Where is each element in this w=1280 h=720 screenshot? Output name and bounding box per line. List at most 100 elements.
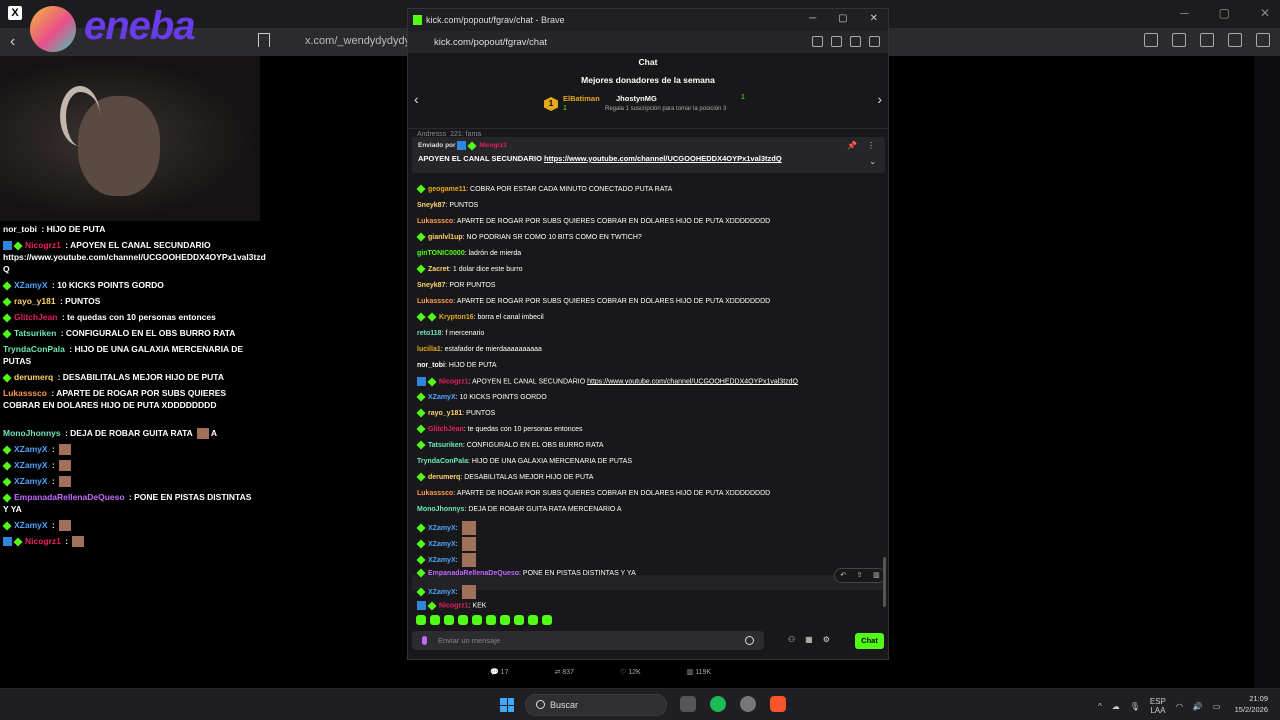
chat-username[interactable]: MonoJhonnys [417, 506, 464, 513]
mic-icon[interactable] [422, 636, 427, 645]
chevron-down-icon[interactable]: ⌄ [869, 157, 876, 166]
emote-icon[interactable] [458, 615, 468, 625]
chat-username[interactable]: XZamyX [428, 589, 456, 596]
emote-icon[interactable] [542, 615, 552, 625]
verified-badge-icon [3, 241, 12, 251]
search-icon[interactable] [812, 36, 823, 47]
donor2-name[interactable]: JhostynMG [616, 94, 657, 103]
emote-icon[interactable] [514, 615, 524, 625]
chat-username[interactable]: geogame11 [428, 186, 466, 193]
overlay-message: MonoJhonnys : DEJA DE ROBAR GUITA RATA A [3, 428, 218, 440]
points-icon[interactable]: ⚇ [788, 635, 795, 644]
emote-icon[interactable] [444, 615, 454, 625]
overlay-text: DESABILITALAS MEJOR HIJO DE PUTA [62, 372, 224, 382]
app-icon[interactable] [740, 696, 756, 712]
chat-username[interactable]: Tatsuriken [428, 442, 463, 449]
zoom-icon[interactable] [850, 36, 861, 47]
bookmark-icon[interactable] [258, 33, 270, 47]
delete-icon[interactable]: ▥ [873, 569, 880, 582]
minimize-icon[interactable]: ─ [1180, 6, 1189, 20]
chat-username[interactable]: Sneyk87 [417, 202, 445, 209]
emote-icon[interactable] [416, 615, 426, 625]
spotify-icon[interactable] [710, 696, 726, 712]
emote-icon[interactable] [528, 615, 538, 625]
file-explorer-icon[interactable] [680, 696, 696, 712]
emote-icon[interactable] [500, 615, 510, 625]
close-icon[interactable]: ✕ [1260, 6, 1270, 20]
chat-username[interactable]: lucilla1 [417, 346, 441, 353]
network-icon[interactable]: ☁ [1112, 702, 1120, 711]
pinned-link[interactable]: https://www.youtube.com/channel/UCGOOHED… [544, 154, 782, 163]
scrollbar[interactable] [883, 557, 886, 607]
minimize-icon[interactable]: ─ [809, 13, 816, 24]
overlay-username: Nicogrz1 [25, 240, 61, 250]
chat-username[interactable]: XZamyX [428, 394, 456, 401]
popup-url[interactable]: kick.com/popout/fgrav/chat [434, 37, 547, 48]
battery-icon[interactable]: ▭ [1213, 702, 1221, 711]
volume-icon[interactable]: 🔊 [1193, 702, 1203, 711]
chat-username[interactable]: gianlvl1up [428, 234, 463, 241]
maximize-icon[interactable]: ▢ [1219, 6, 1230, 20]
donor1-name[interactable]: ElBatiman [563, 94, 600, 103]
taskbar-search[interactable]: Buscar [525, 694, 667, 716]
emote-icon[interactable] [430, 615, 440, 625]
reply-icon[interactable]: ↶ [840, 569, 846, 582]
maximize-icon[interactable]: ▢ [838, 13, 847, 24]
pin-icon[interactable]: 📌 [847, 141, 857, 150]
like-count[interactable]: ♡ 12K [620, 668, 641, 676]
chat-username[interactable]: nor_tobi [417, 362, 445, 369]
chat-username[interactable]: XZamyX [428, 541, 456, 548]
chat-username[interactable]: EmpanadaRellenaDeQueso [428, 570, 519, 577]
chat-username[interactable]: XZamyX [428, 525, 456, 532]
chat-username[interactable]: TryndaConPala [417, 458, 468, 465]
chat-username[interactable]: Krypton16 [439, 314, 474, 321]
chat-username[interactable]: Nicogrz1 [439, 378, 469, 385]
chat-link[interactable]: https://www.youtube.com/channel/UCGOOHED… [587, 378, 798, 385]
wifi-icon[interactable]: ◠ [1176, 702, 1183, 711]
vpn-icon[interactable] [1228, 33, 1242, 47]
subscriber-badge-icon [2, 477, 12, 487]
gear-icon[interactable]: ⚙ [823, 635, 830, 644]
next-arrow-icon[interactable]: › [877, 91, 882, 107]
emote-icon[interactable] [472, 615, 482, 625]
chat-message: Sneyk87: POR PUNTOS [417, 282, 496, 289]
back-icon[interactable]: ‹ [10, 33, 15, 51]
emote-icon[interactable] [486, 615, 496, 625]
chat-username[interactable]: Zacret [428, 266, 449, 273]
chat-username[interactable]: ginTONIC0000 [417, 250, 465, 257]
send-chat-button[interactable]: Chat [855, 633, 884, 649]
stream-chat-overlay: nor_tobi : HIJO DE PUTA Nicogrz1 : APOYEN… [0, 221, 266, 688]
start-icon[interactable] [500, 698, 514, 712]
clock[interactable]: 21:09 15/2/2026 [1232, 693, 1268, 715]
repost-count[interactable]: ⇄ 837 [554, 668, 574, 676]
mic-icon[interactable]: 🎙 [1130, 702, 1140, 711]
chevron-up-icon[interactable]: ^ [1098, 702, 1102, 711]
chat-username[interactable]: Sneyk87 [417, 282, 445, 289]
close-icon[interactable]: ✕ [870, 13, 878, 24]
chat-username[interactable]: Nicogrz1 [439, 602, 469, 609]
view-count[interactable]: ▥ 119K [687, 668, 711, 676]
sidebar-icon[interactable] [1172, 33, 1186, 47]
chat-username[interactable]: Lukasssco [417, 218, 453, 225]
pin-icon[interactable]: ⇧ [857, 569, 863, 582]
extension-icon[interactable] [1144, 33, 1158, 47]
wallet-icon[interactable] [1200, 33, 1214, 47]
brave-icon[interactable] [770, 696, 786, 712]
chat-username[interactable]: Lukasssco [417, 490, 453, 497]
lang-indicator[interactable]: ESP LAA [1150, 697, 1166, 715]
chat-username[interactable]: reto118 [417, 330, 442, 337]
shield-icon[interactable] [831, 36, 842, 47]
chat-username[interactable]: rayo_y181 [428, 410, 462, 417]
chat-input[interactable]: Enviar un mensaje [412, 631, 764, 650]
reply-count[interactable]: 💬 17 [490, 668, 508, 676]
chat-username[interactable]: derumerq [428, 474, 460, 481]
chat-username[interactable]: XZamyX [428, 557, 456, 564]
more-icon[interactable]: ⋮ [867, 141, 875, 150]
menu-icon[interactable] [1256, 33, 1270, 47]
share-icon[interactable] [869, 36, 880, 47]
chat-username[interactable]: Lukasssco [417, 298, 453, 305]
gift-icon[interactable]: ▦ [805, 635, 813, 644]
chat-username[interactable]: GlitchJean [428, 426, 464, 433]
prev-arrow-icon[interactable]: ‹ [414, 91, 419, 107]
emoji-icon[interactable] [745, 636, 754, 645]
